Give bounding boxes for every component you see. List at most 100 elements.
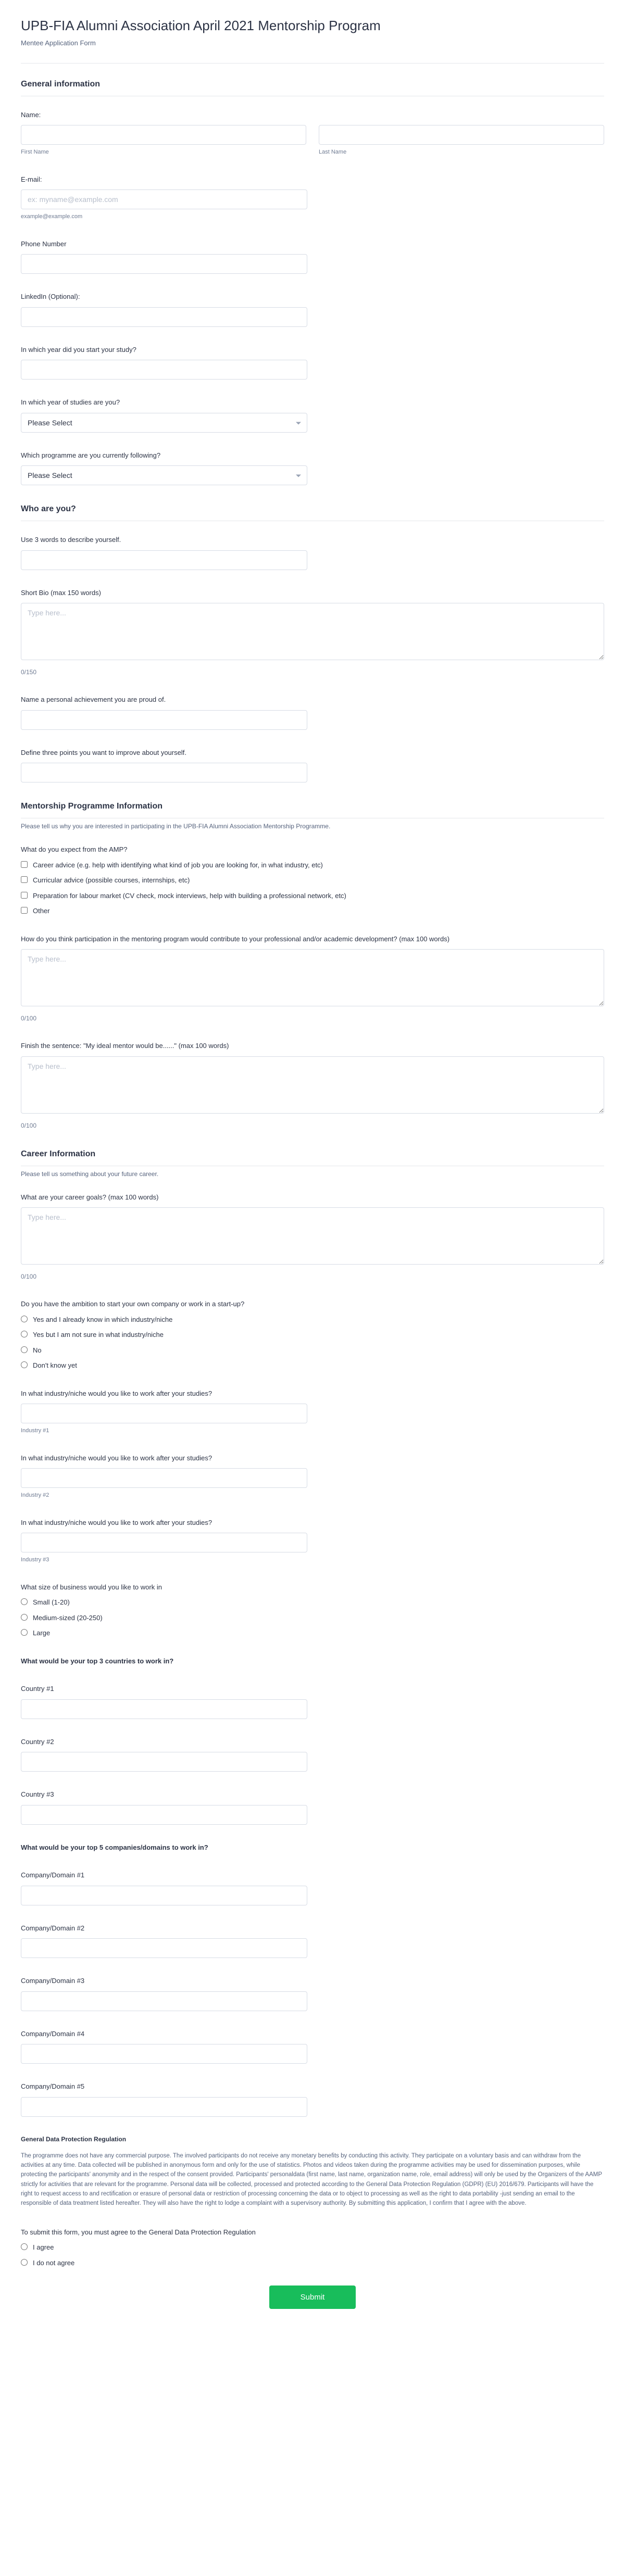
achievement-input[interactable] bbox=[21, 710, 307, 730]
ideal-mentor-textarea[interactable] bbox=[21, 1056, 604, 1114]
country2-label: Country #2 bbox=[21, 1737, 604, 1747]
top3-countries-heading: What would be your top 3 countries to wo… bbox=[21, 1656, 604, 1666]
expect-amp-label: What do you expect from the AMP? bbox=[21, 844, 604, 855]
country3-label: Country #3 bbox=[21, 1789, 604, 1800]
company1-label: Company/Domain #1 bbox=[21, 1870, 604, 1880]
gdpr-option-1[interactable]: I do not agree bbox=[21, 2258, 604, 2268]
industry3-sublabel: Industry #3 bbox=[21, 1556, 604, 1564]
company3-input[interactable] bbox=[21, 1991, 307, 2011]
linkedin-label: LinkedIn (Optional): bbox=[21, 292, 604, 302]
country1-input[interactable] bbox=[21, 1699, 307, 1719]
career-goals-label: What are your career goals? (max 100 wor… bbox=[21, 1192, 604, 1203]
short-bio-counter: 0/150 bbox=[21, 667, 604, 677]
ideal-mentor-label: Finish the sentence: "My ideal mentor wo… bbox=[21, 1041, 604, 1051]
company4-label: Company/Domain #4 bbox=[21, 2029, 604, 2039]
section-mentorship-heading: Mentorship Programme Information bbox=[21, 800, 604, 818]
company5-input[interactable] bbox=[21, 2097, 307, 2117]
improve-label: Define three points you want to improve … bbox=[21, 748, 604, 758]
company2-input[interactable] bbox=[21, 1938, 307, 1958]
submit-button[interactable]: Submit bbox=[269, 2285, 356, 2309]
section-general-heading: General information bbox=[21, 78, 604, 96]
startup-radio-0[interactable] bbox=[21, 1316, 28, 1322]
industry1-input[interactable] bbox=[21, 1404, 307, 1423]
amp-option-2[interactable]: Preparation for labour market (CV check,… bbox=[21, 891, 604, 901]
name-label: Name: bbox=[21, 110, 604, 120]
achievement-label: Name a personal achievement you are prou… bbox=[21, 694, 604, 705]
country2-input[interactable] bbox=[21, 1752, 307, 1772]
amp-option-1[interactable]: Curricular advice (possible courses, int… bbox=[21, 875, 604, 886]
bizsize-option-0[interactable]: Small (1-20) bbox=[21, 1597, 604, 1608]
company1-input[interactable] bbox=[21, 1886, 307, 1905]
company3-label: Company/Domain #3 bbox=[21, 1976, 604, 1986]
country3-input[interactable] bbox=[21, 1805, 307, 1825]
industry1-q-label: In what industry/niche would you like to… bbox=[21, 1388, 604, 1399]
short-bio-label: Short Bio (max 150 words) bbox=[21, 588, 604, 598]
programme-select[interactable]: Please Select bbox=[21, 465, 307, 485]
section-who-heading: Who are you? bbox=[21, 503, 604, 521]
improve-input[interactable] bbox=[21, 763, 307, 782]
gdpr-radio-1[interactable] bbox=[21, 2259, 28, 2266]
amp-checkbox-3[interactable] bbox=[21, 907, 28, 914]
bizsize-option-1[interactable]: Medium-sized (20-250) bbox=[21, 1613, 604, 1623]
startup-option-0[interactable]: Yes and I already know in which industry… bbox=[21, 1315, 604, 1325]
bizsize-radio-0[interactable] bbox=[21, 1598, 28, 1605]
amp-option-3[interactable]: Other bbox=[21, 906, 604, 916]
industry2-sublabel: Industry #2 bbox=[21, 1491, 604, 1500]
short-bio-textarea[interactable] bbox=[21, 603, 604, 660]
industry3-input[interactable] bbox=[21, 1533, 307, 1552]
last-name-input[interactable] bbox=[319, 125, 604, 145]
last-name-sublabel: Last Name bbox=[319, 148, 604, 157]
page-subtitle: Mentee Application Form bbox=[21, 38, 604, 48]
email-sublabel: example@example.com bbox=[21, 212, 604, 221]
industry1-sublabel: Industry #1 bbox=[21, 1426, 604, 1435]
phone-input[interactable] bbox=[21, 254, 307, 274]
amp-option-0[interactable]: Career advice (e.g. help with identifyin… bbox=[21, 860, 604, 870]
company2-label: Company/Domain #2 bbox=[21, 1923, 604, 1934]
startup-label: Do you have the ambition to start your o… bbox=[21, 1299, 604, 1309]
three-words-input[interactable] bbox=[21, 550, 307, 570]
section-career-heading: Career Information bbox=[21, 1148, 604, 1166]
bizsize-label: What size of business would you like to … bbox=[21, 1582, 604, 1593]
industry3-q-label: In what industry/niche would you like to… bbox=[21, 1518, 604, 1528]
gdpr-option-0[interactable]: I agree bbox=[21, 2242, 604, 2253]
bizsize-radio-2[interactable] bbox=[21, 1629, 28, 1636]
career-goals-textarea[interactable] bbox=[21, 1207, 604, 1265]
divider bbox=[21, 63, 604, 64]
bizsize-radio-1[interactable] bbox=[21, 1614, 28, 1621]
startup-radio-3[interactable] bbox=[21, 1361, 28, 1368]
email-input[interactable] bbox=[21, 190, 307, 209]
study-year-select[interactable]: Please Select bbox=[21, 413, 307, 433]
page-title: UPB-FIA Alumni Association April 2021 Me… bbox=[21, 16, 604, 36]
company5-label: Company/Domain #5 bbox=[21, 2081, 604, 2092]
startup-option-1[interactable]: Yes but I am not sure in what industry/n… bbox=[21, 1330, 604, 1340]
top5-companies-heading: What would be your top 5 companies/domai… bbox=[21, 1842, 604, 1853]
start-year-label: In which year did you start your study? bbox=[21, 345, 604, 355]
startup-option-2[interactable]: No bbox=[21, 1345, 604, 1356]
study-year-label: In which year of studies are you? bbox=[21, 397, 604, 408]
gdpr-text: The programme does not have any commerci… bbox=[21, 2151, 604, 2208]
ideal-mentor-counter: 0/100 bbox=[21, 1121, 604, 1130]
phone-label: Phone Number bbox=[21, 239, 604, 249]
amp-checkbox-1[interactable] bbox=[21, 876, 28, 883]
industry2-q-label: In what industry/niche would you like to… bbox=[21, 1453, 604, 1463]
section-career-desc: Please tell us something about your futu… bbox=[21, 1169, 604, 1179]
gdpr-radio-0[interactable] bbox=[21, 2243, 28, 2250]
first-name-input[interactable] bbox=[21, 125, 306, 145]
programme-label: Which programme are you currently follow… bbox=[21, 450, 604, 461]
start-year-input[interactable] bbox=[21, 360, 307, 380]
amp-checkbox-2[interactable] bbox=[21, 892, 28, 899]
gdpr-agree-label: To submit this form, you must agree to t… bbox=[21, 2227, 604, 2238]
bizsize-option-2[interactable]: Large bbox=[21, 1628, 604, 1638]
country1-label: Country #1 bbox=[21, 1684, 604, 1694]
career-goals-counter: 0/100 bbox=[21, 1272, 604, 1281]
contribute-textarea[interactable] bbox=[21, 949, 604, 1006]
startup-radio-1[interactable] bbox=[21, 1331, 28, 1337]
startup-radio-2[interactable] bbox=[21, 1346, 28, 1353]
startup-option-3[interactable]: Don't know yet bbox=[21, 1360, 604, 1371]
email-label: E-mail: bbox=[21, 174, 604, 185]
company4-input[interactable] bbox=[21, 2044, 307, 2064]
linkedin-input[interactable] bbox=[21, 307, 307, 327]
gdpr-heading: General Data Protection Regulation bbox=[21, 2135, 604, 2144]
industry2-input[interactable] bbox=[21, 1468, 307, 1488]
amp-checkbox-0[interactable] bbox=[21, 861, 28, 868]
